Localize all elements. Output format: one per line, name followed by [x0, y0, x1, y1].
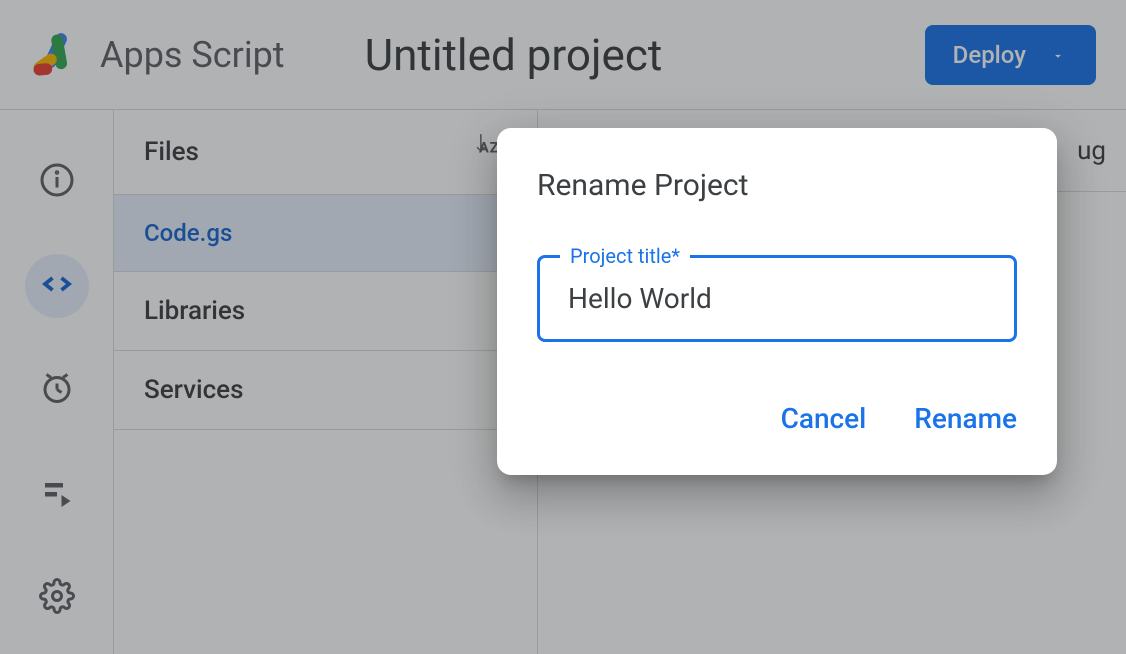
project-title-input[interactable]: [568, 282, 986, 315]
rename-button[interactable]: Rename: [914, 402, 1017, 435]
project-title-field-label: Project title*: [560, 244, 690, 268]
dialog-actions: Cancel Rename: [537, 402, 1017, 435]
dialog-title: Rename Project: [537, 168, 1017, 203]
project-title-field-wrap: Project title*: [537, 255, 1017, 342]
cancel-button[interactable]: Cancel: [781, 402, 867, 435]
rename-project-dialog: Rename Project Project title* Cancel Ren…: [497, 128, 1057, 475]
